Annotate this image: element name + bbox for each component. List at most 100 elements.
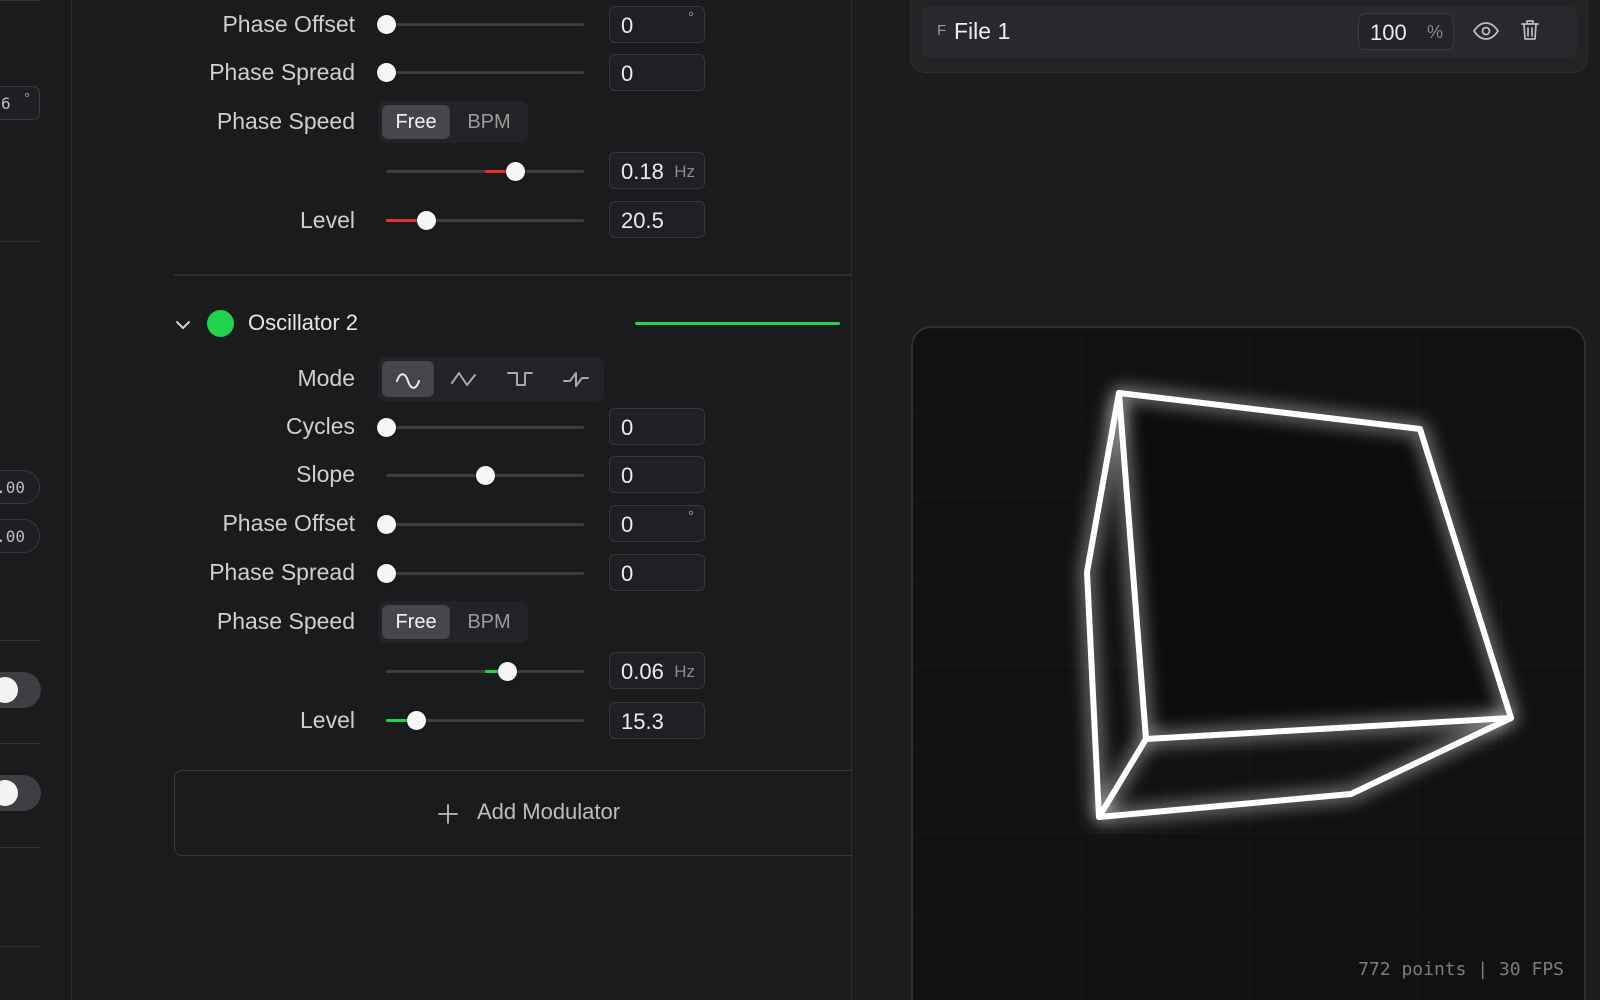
cycles-field[interactable]: 0 xyxy=(609,408,705,445)
bpm-option[interactable]: BPM xyxy=(454,105,524,139)
field-value: 20.5 xyxy=(621,208,664,233)
level-field[interactable]: 15.3 xyxy=(609,702,705,739)
slider-thumb[interactable] xyxy=(476,466,495,485)
phase-speed-mode-toggle: Free BPM xyxy=(378,101,528,143)
phase-offset-slider[interactable] xyxy=(377,15,584,34)
plus-icon xyxy=(438,804,458,824)
divider xyxy=(0,847,41,848)
level-label: Level xyxy=(300,207,355,233)
field-value: 15.3 xyxy=(621,709,664,734)
triangle-wave-icon xyxy=(451,372,476,386)
layer-row[interactable]: F File 1 100 % xyxy=(921,6,1577,58)
phase-spread-slider[interactable] xyxy=(377,564,584,583)
layer-list: F File 1 100 % xyxy=(910,0,1588,73)
slider-thumb[interactable] xyxy=(406,711,426,730)
toggle-switch[interactable] xyxy=(0,672,41,708)
field-value: 0.06 xyxy=(621,659,664,684)
slope-label: Slope xyxy=(296,461,355,487)
modulator-panel: Phase Offset 0 ° Phase Spread 0 Phase Sp… xyxy=(72,0,894,1000)
layer-name: File 1 xyxy=(954,18,1011,44)
field-unit: ° xyxy=(688,9,694,26)
chevron-down-icon[interactable] xyxy=(174,316,192,334)
phase-offset-label: Phase Offset xyxy=(222,11,355,37)
level-field[interactable]: 20.5 xyxy=(609,201,705,238)
sine-wave-option[interactable] xyxy=(382,361,434,397)
oscilloscope-canvas[interactable]: 772 points | 30 FPS xyxy=(911,326,1586,1000)
add-modulator-button[interactable]: Add Modulator xyxy=(174,770,893,856)
slider-thumb[interactable] xyxy=(377,564,396,583)
number-field[interactable]: .00 xyxy=(0,519,40,553)
add-modulator-label: Add Modulator xyxy=(477,799,621,824)
bpm-option[interactable]: BPM xyxy=(454,605,524,639)
phase-offset-slider[interactable] xyxy=(377,515,584,534)
phase-speed-slider[interactable] xyxy=(386,162,584,181)
free-option[interactable]: Free xyxy=(382,605,450,639)
opacity-unit: % xyxy=(1426,22,1443,42)
angle-value: 6 xyxy=(1,94,11,113)
phase-offset-label: Phase Offset xyxy=(222,510,355,536)
phase-offset-field[interactable]: 0 ° xyxy=(609,505,705,542)
phase-spread-slider[interactable] xyxy=(377,63,584,82)
cycles-label: Cycles xyxy=(285,413,355,439)
slider-thumb[interactable] xyxy=(497,662,517,681)
field-value: 0 xyxy=(621,463,634,488)
sawtooth-wave-option[interactable] xyxy=(550,361,602,397)
toggle-switch[interactable] xyxy=(0,775,41,811)
phase-speed-field[interactable]: 0.06 Hz xyxy=(609,652,705,689)
cycles-slider[interactable] xyxy=(377,418,584,437)
square-wave-icon xyxy=(507,372,533,386)
phase-offset-field[interactable]: 0 ° xyxy=(609,6,705,43)
slider-thumb[interactable] xyxy=(377,15,396,34)
eye-icon[interactable] xyxy=(1472,20,1500,42)
field-value: 0 xyxy=(621,561,634,586)
field-unit: Hz xyxy=(674,662,695,681)
slope-slider[interactable] xyxy=(386,466,584,485)
mode-label: Mode xyxy=(297,365,355,391)
level-slider[interactable] xyxy=(386,211,584,230)
divider xyxy=(0,640,41,641)
layer-opacity-field[interactable]: 100 % xyxy=(1358,13,1454,50)
opacity-value: 100 xyxy=(1370,20,1407,45)
square-wave-option[interactable] xyxy=(494,361,546,397)
sine-wave-icon xyxy=(396,373,420,389)
field-value: 0.18 xyxy=(621,159,664,184)
render-stats: 772 points | 30 FPS xyxy=(1358,959,1564,980)
angle-field[interactable]: 6 ° xyxy=(0,86,40,120)
field-value: 0 xyxy=(621,13,634,38)
level-slider[interactable] xyxy=(386,711,584,730)
triangle-wave-option[interactable] xyxy=(438,361,490,397)
slider-thumb[interactable] xyxy=(377,515,396,534)
divider xyxy=(0,241,41,242)
phase-spread-field[interactable]: 0 xyxy=(609,554,705,591)
field-unit: ° xyxy=(688,508,694,525)
field-unit: Hz xyxy=(674,162,695,181)
slider-thumb[interactable] xyxy=(416,211,436,230)
toggle-knob xyxy=(0,780,18,806)
sawtooth-wave-icon xyxy=(563,372,589,387)
oscillator-name: Oscillator 2 xyxy=(248,310,359,335)
phase-spread-field[interactable]: 0 xyxy=(609,54,705,91)
level-label: Level xyxy=(300,707,355,733)
field-value: 0 xyxy=(621,512,634,537)
field-value: 0 xyxy=(621,61,634,86)
mode-selector xyxy=(378,357,604,401)
divider xyxy=(0,743,41,744)
trash-icon[interactable] xyxy=(1519,18,1541,42)
preview-panel: F File 1 100 % 772 points | 30 FPS xyxy=(852,0,1600,1000)
oscillator-color-dot[interactable] xyxy=(207,310,234,337)
slider-thumb[interactable] xyxy=(505,162,525,181)
degree-unit: ° xyxy=(23,92,31,107)
divider xyxy=(0,0,41,1)
number-field[interactable]: .00 xyxy=(0,470,40,504)
divider xyxy=(0,946,41,947)
waveform-preview xyxy=(635,322,840,325)
phase-spread-label: Phase Spread xyxy=(209,559,355,585)
slider-thumb[interactable] xyxy=(377,63,396,82)
phase-speed-mode-toggle: Free BPM xyxy=(378,601,528,643)
phase-speed-slider[interactable] xyxy=(386,662,584,681)
left-strip: 6 ° .00 .00 xyxy=(0,0,72,1000)
slider-thumb[interactable] xyxy=(377,418,396,437)
free-option[interactable]: Free xyxy=(382,105,450,139)
slope-field[interactable]: 0 xyxy=(609,456,705,493)
phase-speed-field[interactable]: 0.18 Hz xyxy=(609,152,705,189)
